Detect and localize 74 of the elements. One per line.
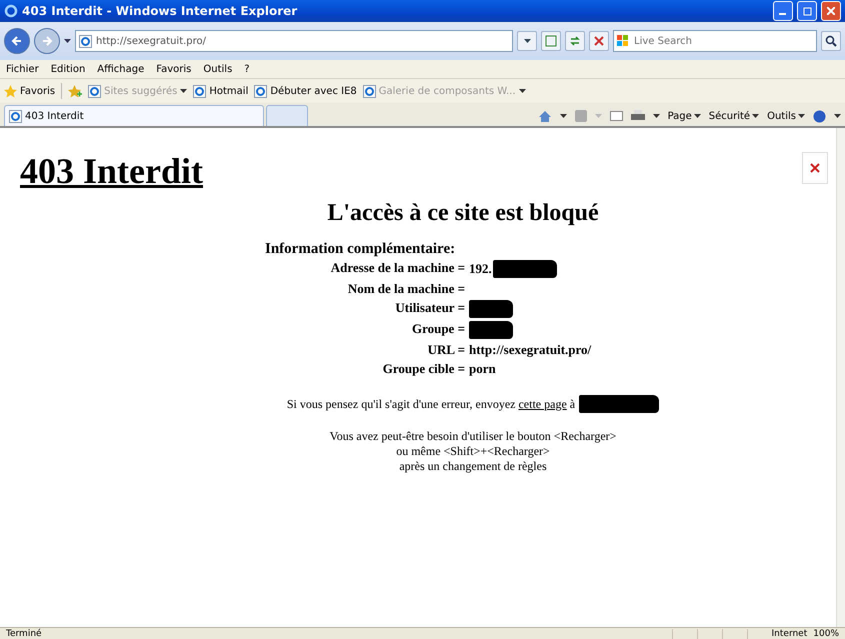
caret-icon — [834, 114, 841, 118]
command-menu[interactable]: Sécurité — [708, 110, 760, 122]
info-label: Adresse de la machine = — [330, 260, 465, 277]
info-label: URL = — [426, 342, 465, 358]
favorite-link[interactable]: Débuter avec IE8 — [254, 84, 357, 98]
menu-item[interactable]: Favoris — [156, 64, 192, 74]
minimize-button[interactable] — [773, 1, 793, 21]
blocked-title: L'accès à ce site est bloqué — [326, 200, 600, 227]
address-field[interactable]: http://sexegratuit.pro/ — [75, 30, 513, 52]
caret-icon — [560, 114, 567, 118]
menu-item[interactable]: Affichage — [97, 64, 144, 74]
favorites-button[interactable]: Favoris — [4, 84, 56, 98]
zoom-level[interactable]: 100% — [813, 628, 839, 638]
maximize-button[interactable] — [797, 1, 817, 21]
maximize-icon — [802, 6, 812, 16]
info-value: http://sexegratuit.pro/ — [469, 342, 592, 358]
info-label: Nom de la machine = — [346, 281, 465, 297]
star-icon — [4, 84, 17, 98]
search-field[interactable]: Live Search — [613, 30, 817, 52]
caret-icon — [518, 89, 526, 93]
caret-icon — [180, 89, 188, 93]
scrollbar[interactable] — [836, 128, 845, 627]
url-text: http://sexegratuit.pro/ — [96, 36, 208, 46]
search-icon — [825, 35, 837, 47]
page-link[interactable]: cette page — [518, 396, 567, 410]
info-label: Utilisateur = — [394, 300, 465, 317]
favorite-link[interactable]: Hotmail — [193, 84, 248, 98]
browser-icon — [4, 4, 18, 18]
window-title: 403 Interdit - Windows Internet Explorer — [22, 4, 298, 18]
home-icon[interactable] — [538, 110, 552, 122]
stop-icon — [594, 36, 604, 46]
caret-icon — [798, 114, 805, 118]
reload-hint: après un changement de règles — [399, 459, 547, 474]
search-provider-icon — [617, 35, 629, 47]
refresh-button[interactable] — [565, 31, 585, 51]
browser-tab[interactable]: 403 Interdit — [4, 105, 264, 126]
menu-item[interactable]: Edition — [50, 64, 86, 74]
info-label: Groupe = — [410, 321, 465, 338]
dropdown-button[interactable] — [517, 31, 537, 51]
reload-hint: ou même <Shift>+<Recharger> — [396, 444, 550, 459]
right-arrow-icon — [41, 35, 53, 47]
print-icon[interactable] — [630, 110, 645, 122]
close-button[interactable] — [821, 1, 841, 21]
page-heading: 403 Interdit — [20, 150, 203, 192]
info-value: 192. — [469, 261, 492, 277]
caret-icon — [694, 114, 701, 118]
refresh-icon — [569, 35, 581, 47]
info-value: porn — [469, 361, 496, 377]
command-menu[interactable]: Outils — [767, 110, 805, 122]
add-favorite-icon[interactable] — [68, 84, 82, 98]
forward-button[interactable] — [34, 28, 60, 54]
left-arrow-icon — [11, 35, 23, 47]
zone-text: Internet — [772, 628, 808, 638]
mail-icon[interactable] — [610, 111, 623, 121]
caret-icon — [64, 39, 71, 43]
menu-item[interactable]: Fichier — [6, 64, 39, 74]
command-menu[interactable]: Page — [668, 110, 701, 122]
status-text: Terminé — [6, 628, 43, 638]
reload-hint: Vous avez peut-être besoin d'utiliser le bouton <Recharger> — [330, 429, 616, 444]
error-note: Si vous pensez qu'il s'agit d'une erreur, envoyez cette page à — [286, 396, 576, 412]
caret-icon — [752, 114, 760, 118]
caret-icon — [652, 114, 660, 118]
caret-icon — [524, 39, 530, 43]
menu-item[interactable]: Outils — [203, 64, 232, 74]
menu-item[interactable]: ? — [244, 64, 250, 74]
info-label: Groupe cible = — [382, 361, 465, 377]
search-button[interactable] — [821, 31, 841, 51]
compatibility-button[interactable] — [541, 31, 561, 51]
stop-button[interactable] — [589, 31, 609, 51]
close-icon — [827, 7, 835, 15]
broken-image-icon — [802, 152, 828, 184]
info-title: Information complémentaire: — [265, 241, 456, 258]
back-button[interactable] — [4, 28, 30, 54]
caret-icon — [594, 114, 602, 118]
